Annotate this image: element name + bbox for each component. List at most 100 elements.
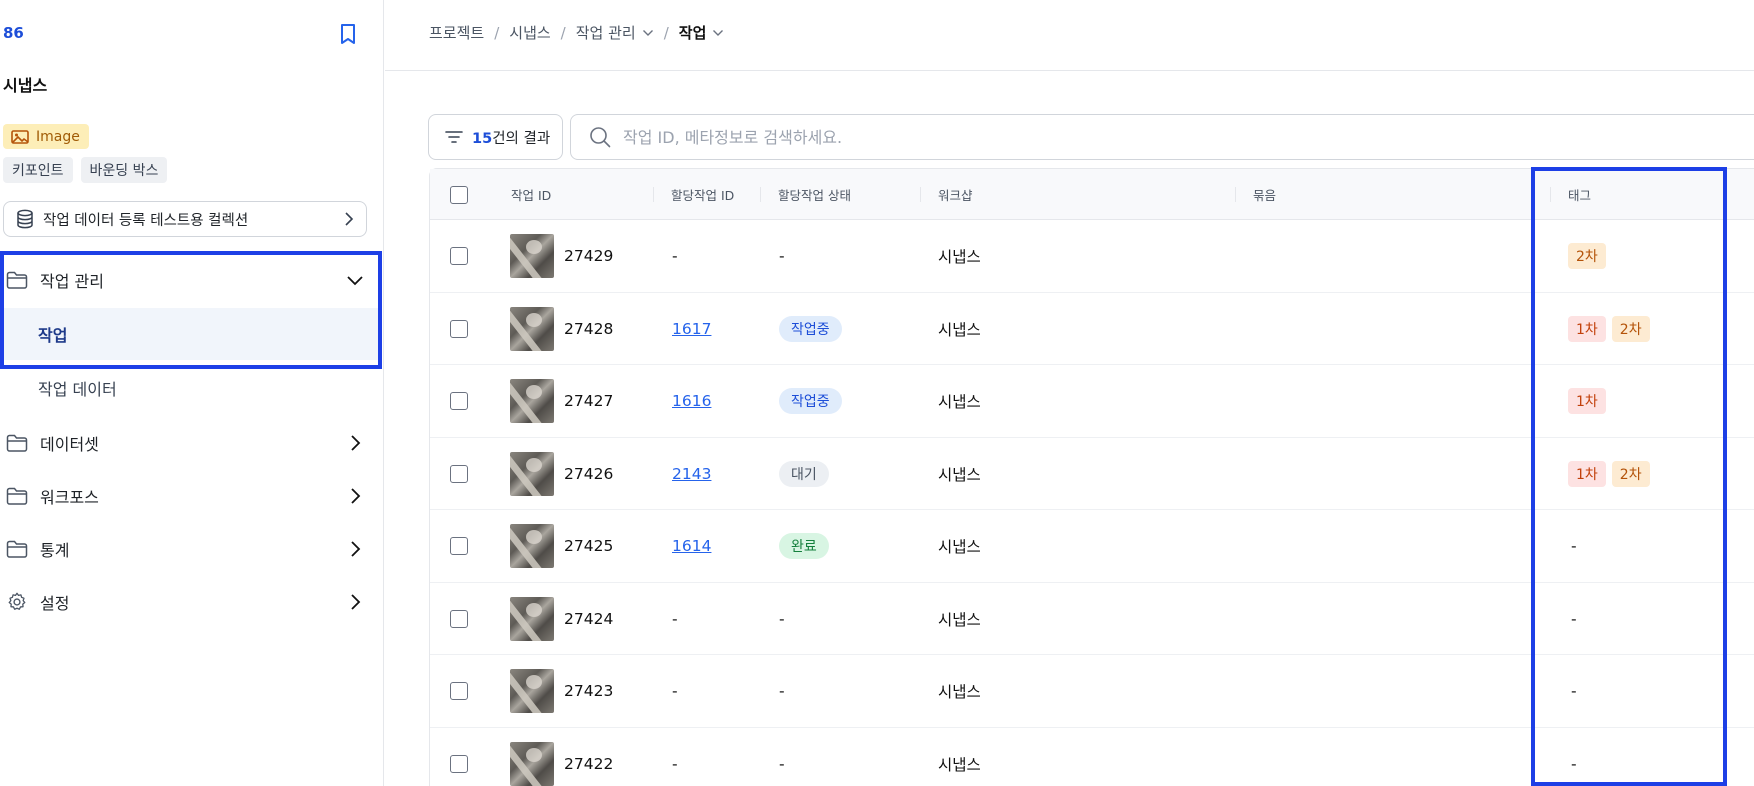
sidebar-item-workforce[interactable]: 워크포스 — [0, 471, 380, 521]
breadcrumb-item-task[interactable]: 작업 — [679, 22, 725, 43]
row-checkbox-cell — [450, 365, 468, 437]
assign-id-cell: 2143 — [672, 438, 711, 510]
tag-cell: 2차 — [1568, 220, 1612, 292]
sidebar-item-dataset[interactable]: 데이터셋 — [0, 418, 380, 468]
assign-id: - — [672, 609, 678, 628]
row-checkbox[interactable] — [450, 319, 468, 338]
row-checkbox[interactable] — [450, 754, 468, 773]
search-icon — [589, 126, 611, 148]
chevron-down-icon — [642, 29, 654, 37]
folder-icon — [6, 271, 28, 289]
workshop: 시냅스 — [938, 683, 981, 701]
task-thumbnail[interactable] — [510, 741, 554, 786]
table-row[interactable]: 27429 - - 시냅스 2차 — [430, 220, 1754, 293]
column-header-bundle[interactable]: 묶음 — [1253, 169, 1276, 220]
task-thumbnail[interactable] — [510, 451, 554, 496]
image-icon — [11, 129, 29, 144]
task-id-cell: 27423 — [510, 655, 613, 727]
chevron-right-icon — [346, 486, 364, 506]
table-row[interactable]: 27426 2143 대기 시냅스 1차 2차 — [430, 438, 1754, 510]
tag-badge: 2차 — [1611, 460, 1650, 487]
sidebar-item-stats[interactable]: 통계 — [0, 524, 380, 574]
assign-id-cell: 1617 — [672, 293, 711, 365]
sidebar-item-task[interactable]: 작업 — [0, 308, 380, 360]
chevron-down-icon — [346, 270, 364, 290]
table-row[interactable]: 27424 - - 시냅스 - — [430, 583, 1754, 655]
assign-status: - — [779, 247, 785, 265]
project-id: 86 — [3, 24, 24, 42]
workshop: 시냅스 — [938, 320, 981, 339]
sidebar-item-task-management[interactable]: 작업 관리 — [0, 255, 380, 305]
task-thumbnail[interactable] — [510, 306, 554, 351]
annotation-type-chips: 키포인트 바운딩 박스 — [3, 157, 168, 183]
task-thumbnail[interactable] — [510, 596, 554, 641]
assign-id-link[interactable]: 1617 — [672, 320, 711, 338]
row-checkbox[interactable] — [450, 392, 468, 410]
column-header-workshop[interactable]: 워크샵 — [938, 169, 973, 220]
task-thumbnail[interactable] — [510, 379, 554, 423]
status-badge: 작업중 — [779, 388, 842, 414]
breadcrumb-item-project[interactable]: 프로젝트 — [429, 22, 484, 43]
assign-status: - — [779, 754, 785, 773]
task-id-cell: 27428 — [510, 293, 613, 365]
table-row[interactable]: 27428 1617 작업중 시냅스 1차 2차 — [430, 293, 1754, 365]
assign-status-cell: 대기 — [779, 438, 829, 510]
task-id-cell: 27427 — [510, 365, 613, 437]
task-thumbnail[interactable] — [510, 524, 554, 568]
annotation-chip-bbox: 바운딩 박스 — [80, 157, 168, 183]
row-checkbox[interactable] — [450, 682, 468, 700]
result-count-label: 15건의 결과 — [472, 127, 550, 148]
task-thumbnail[interactable] — [510, 669, 554, 713]
folder-icon — [6, 540, 28, 558]
tag-badge: 2차 — [1611, 315, 1650, 342]
row-checkbox-cell — [450, 728, 468, 786]
row-checkbox-cell — [450, 220, 468, 292]
task-thumbnail[interactable] — [510, 234, 554, 278]
table-row[interactable]: 27425 1614 완료 시냅스 - — [430, 510, 1754, 583]
table-row[interactable]: 27423 - - 시냅스 - — [430, 655, 1754, 728]
assign-status-cell: 작업중 — [779, 293, 842, 365]
sidebar-item-label: 작업 — [38, 326, 68, 345]
task-id: 27424 — [564, 609, 614, 628]
assign-id: - — [672, 682, 678, 700]
sidebar-item-task-data[interactable]: 작업 데이터 — [0, 362, 380, 414]
task-id: 27429 — [564, 247, 614, 265]
assign-id-cell: 1616 — [672, 365, 711, 437]
column-divider — [1550, 187, 1551, 202]
chevron-down-icon — [712, 29, 724, 37]
breadcrumb-item-task-management[interactable]: 작업 관리 — [576, 22, 654, 43]
assign-id-link[interactable]: 1616 — [672, 392, 711, 410]
workshop: 시냅스 — [938, 538, 981, 556]
column-header-assign-status[interactable]: 할당작업 상태 — [778, 169, 851, 220]
sidebar-item-settings[interactable]: 설정 — [0, 577, 380, 627]
tag-cell: 1차 — [1568, 365, 1612, 437]
row-checkbox[interactable] — [450, 464, 468, 483]
select-all-checkbox[interactable] — [450, 185, 468, 204]
search-input[interactable] — [623, 127, 1523, 147]
assign-id-link[interactable]: 1614 — [672, 537, 711, 555]
breadcrumb-item-synapse[interactable]: 시냅스 — [509, 22, 550, 43]
assign-id-cell: 1614 — [672, 510, 711, 582]
task-id-cell: 27429 — [510, 220, 613, 292]
workshop: 시냅스 — [938, 248, 981, 266]
row-checkbox[interactable] — [450, 609, 468, 628]
column-header-assign-id[interactable]: 할당작업 ID — [671, 169, 734, 220]
select-all-checkbox-cell — [450, 169, 468, 220]
table-row[interactable]: 27422 - - 시냅스 - — [430, 728, 1754, 786]
column-header-tag[interactable]: 태그 — [1568, 169, 1591, 220]
task-id-cell: 27422 — [510, 728, 613, 786]
search-box[interactable] — [570, 114, 1754, 160]
filter-button[interactable]: 15건의 결과 — [428, 114, 563, 160]
row-checkbox[interactable] — [450, 537, 468, 555]
row-checkbox[interactable] — [450, 247, 468, 265]
tag-badge: 2차 — [1568, 243, 1606, 269]
bookmark-icon[interactable] — [336, 22, 360, 46]
collection-button[interactable]: 작업 데이터 등록 테스트용 컬렉션 — [3, 201, 367, 237]
sidebar-item-label: 설정 — [40, 594, 70, 613]
database-icon — [16, 209, 34, 229]
collection-label: 작업 데이터 등록 테스트용 컬렉션 — [43, 212, 249, 229]
task-table: 작업 ID 할당작업 ID 할당작업 상태 워크샵 묶음 태그 27429 - … — [429, 168, 1754, 786]
column-header-task-id[interactable]: 작업 ID — [511, 169, 551, 220]
table-row[interactable]: 27427 1616 작업중 시냅스 1차 — [430, 365, 1754, 438]
assign-id-link[interactable]: 2143 — [672, 465, 711, 483]
